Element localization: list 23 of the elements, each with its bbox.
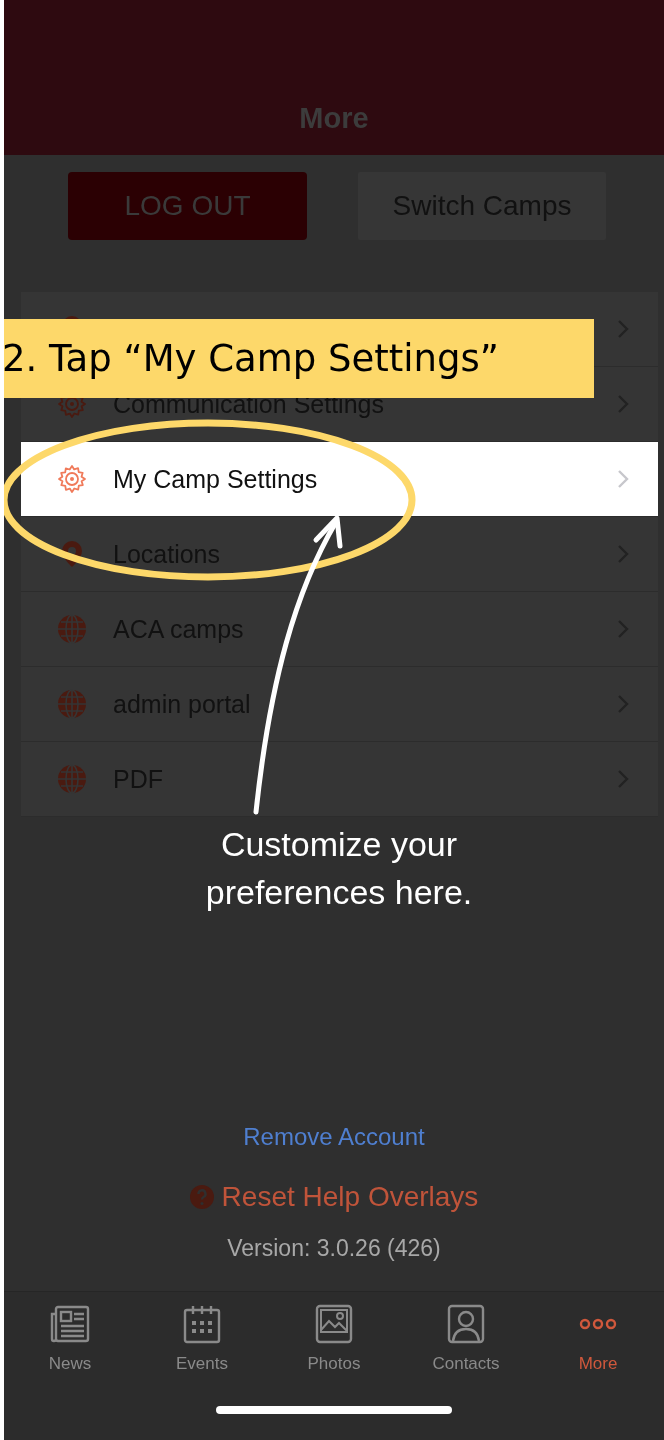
step-banner-tooltip: 2. Tap “My Camp Settings” <box>4 319 594 398</box>
tab[interactable]: Photos <box>268 1304 400 1374</box>
help-icon <box>189 1185 214 1209</box>
tab[interactable]: Events <box>136 1304 268 1374</box>
globe-icon <box>56 613 88 645</box>
tab[interactable]: News <box>4 1304 136 1374</box>
version-text: Version: 3.0.26 (426) <box>227 1235 441 1262</box>
menu-item[interactable]: My Camp Settings <box>21 442 658 517</box>
more-dots-icon <box>578 1317 618 1331</box>
tab[interactable]: Contacts <box>400 1304 532 1374</box>
logout-button[interactable]: LOG OUT <box>68 172 307 240</box>
person-icon <box>446 1304 486 1344</box>
globe-icon <box>56 688 88 720</box>
globe-icon <box>56 763 88 795</box>
newspaper-icon <box>50 1304 90 1344</box>
callout-label: Customize your preferences here. <box>204 824 474 913</box>
tab[interactable]: More <box>532 1304 664 1374</box>
reset-help-link[interactable]: Reset Help Overlays <box>189 1181 479 1213</box>
gear-icon <box>56 463 88 495</box>
chevron-icon <box>617 469 629 489</box>
photo-icon <box>314 1304 354 1344</box>
remove-account-link[interactable]: Remove Account <box>243 1123 425 1151</box>
calendar-icon <box>182 1304 222 1344</box>
